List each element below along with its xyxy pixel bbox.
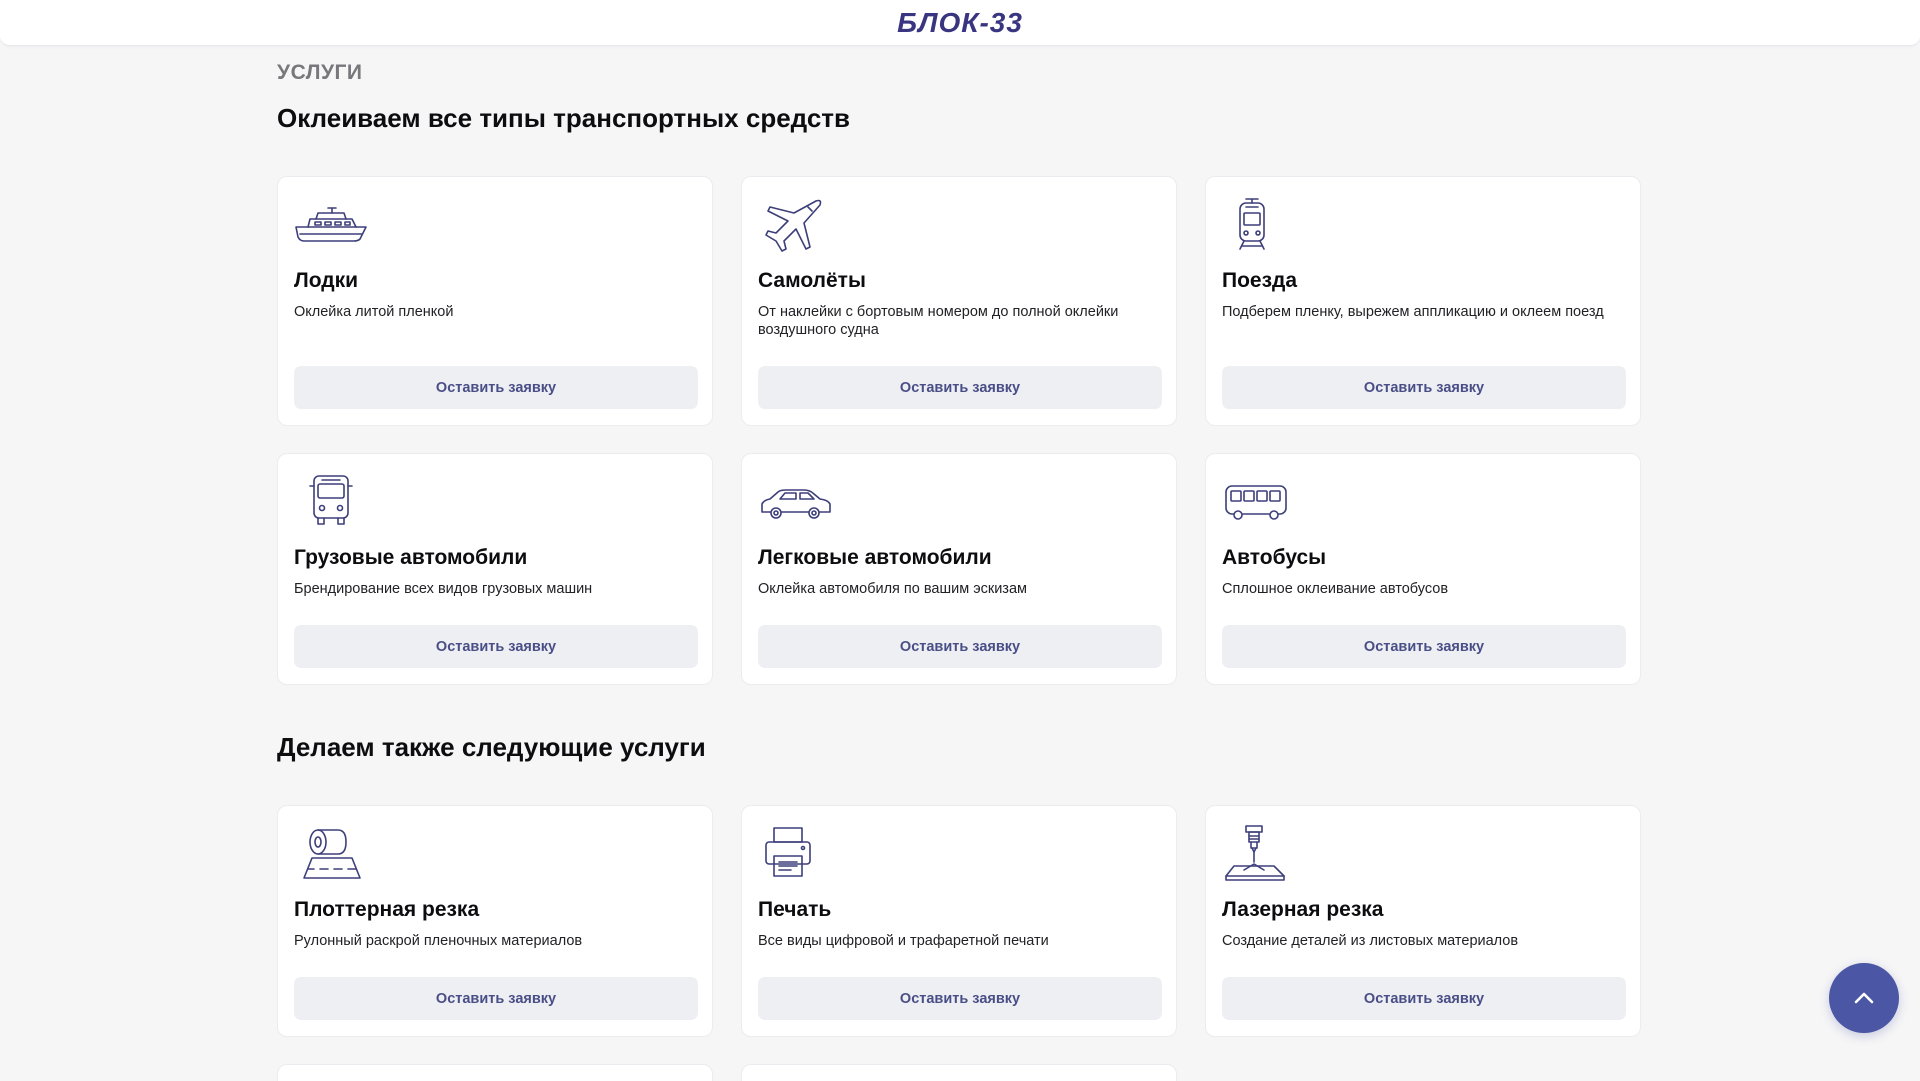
- scroll-to-top-button[interactable]: [1829, 963, 1899, 1033]
- service-card-trucks: Грузовые автомобили Брендирование всех в…: [277, 453, 713, 685]
- card-description: Все виды цифровой и трафаретной печати: [758, 933, 1049, 949]
- section-eyebrow: УСЛУГИ: [277, 61, 363, 84]
- card-description: Оклейка литой пленкой: [294, 304, 454, 320]
- service-card-boats: Лодки Оклейка литой пленкой Оставить зая…: [277, 176, 713, 426]
- card-title: Плоттерная резка: [294, 898, 480, 921]
- service-card-trains: Поезда Подберем пленку, вырежем аппликац…: [1205, 176, 1641, 426]
- card-description: Сплошное оклеивание автобусов: [1222, 581, 1449, 597]
- request-button-plotter[interactable]: Оставить заявку: [294, 977, 698, 1020]
- train-icon: [1239, 198, 1265, 250]
- service-card-cars: Легковые автомобили Оклейка автомобиля п…: [741, 453, 1177, 685]
- request-button-trucks[interactable]: Оставить заявку: [294, 625, 698, 668]
- request-button-buses[interactable]: Оставить заявку: [1222, 625, 1626, 668]
- section-title-transport: Оклеиваем все типы транспортных средств: [277, 103, 851, 133]
- service-card-partial: [277, 1064, 713, 1081]
- services-container: УСЛУГИ Оклеиваем все типы транспортных с…: [277, 58, 1643, 1037]
- card-title: Печать: [758, 898, 832, 921]
- card-description: Подберем пленку, вырежем аппликацию и ок…: [1222, 304, 1604, 320]
- boat-icon: [295, 207, 367, 242]
- service-card-printing: Печать Все виды цифровой и трафаретной п…: [741, 805, 1177, 1037]
- bus-icon: [1225, 485, 1287, 520]
- card-title: Легковые автомобили: [758, 546, 992, 569]
- film-roll-icon: [303, 829, 361, 879]
- truck-icon: [309, 475, 353, 525]
- request-button-cars[interactable]: Оставить заявку: [758, 625, 1162, 668]
- request-button-airplanes[interactable]: Оставить заявку: [758, 366, 1162, 409]
- card-title: Самолёты: [758, 269, 866, 292]
- chevron-up-icon: [1854, 992, 1874, 1004]
- card-description: Рулонный раскрой пленочных материалов: [294, 933, 583, 949]
- printer-icon: [765, 827, 811, 877]
- card-description: Брендирование всех видов грузовых машин: [294, 581, 593, 597]
- service-card-plotter: Плоттерная резка Рулонный раскрой пленоч…: [277, 805, 713, 1037]
- service-card-buses: Автобусы Сплошное оклеивание автобусов О…: [1205, 453, 1641, 685]
- logo[interactable]: БЛОК-33: [883, 7, 1037, 39]
- request-button-printing[interactable]: Оставить заявку: [758, 977, 1162, 1020]
- car-icon: [761, 489, 831, 519]
- transport-services-grid: Лодки Оклейка литой пленкой Оставить зая…: [277, 176, 1643, 685]
- request-button-boats[interactable]: Оставить заявку: [294, 366, 698, 409]
- card-title: Лазерная резка: [1222, 898, 1384, 921]
- service-card-partial: [741, 1064, 1177, 1081]
- airplane-icon: [765, 199, 822, 252]
- laser-cutter-icon: [1225, 825, 1285, 881]
- service-card-airplanes: Самолёты От наклейки с бортовым номером …: [741, 176, 1177, 426]
- card-description: От наклейки с бортовым номером до полной…: [758, 304, 1119, 338]
- card-title: Лодки: [294, 269, 359, 292]
- request-button-trains[interactable]: Оставить заявку: [1222, 366, 1626, 409]
- card-title: Грузовые автомобили: [294, 546, 528, 569]
- card-description: Создание деталей из листовых материалов: [1222, 933, 1519, 949]
- section-title-extra: Делаем также следующие услуги: [277, 732, 706, 762]
- card-title: Поезда: [1222, 269, 1298, 292]
- site-header: БЛОК-33: [0, 0, 1920, 46]
- next-row-partial: [277, 1064, 1177, 1081]
- logo-text: БЛОК-33: [897, 7, 1023, 38]
- card-description: Оклейка автомобиля по вашим эскизам: [758, 581, 1027, 597]
- service-card-laser: Лазерная резка Создание деталей из листо…: [1205, 805, 1641, 1037]
- extra-services-grid: Плоттерная резка Рулонный раскрой пленоч…: [277, 805, 1643, 1037]
- card-title: Автобусы: [1222, 546, 1327, 569]
- request-button-laser[interactable]: Оставить заявку: [1222, 977, 1626, 1020]
